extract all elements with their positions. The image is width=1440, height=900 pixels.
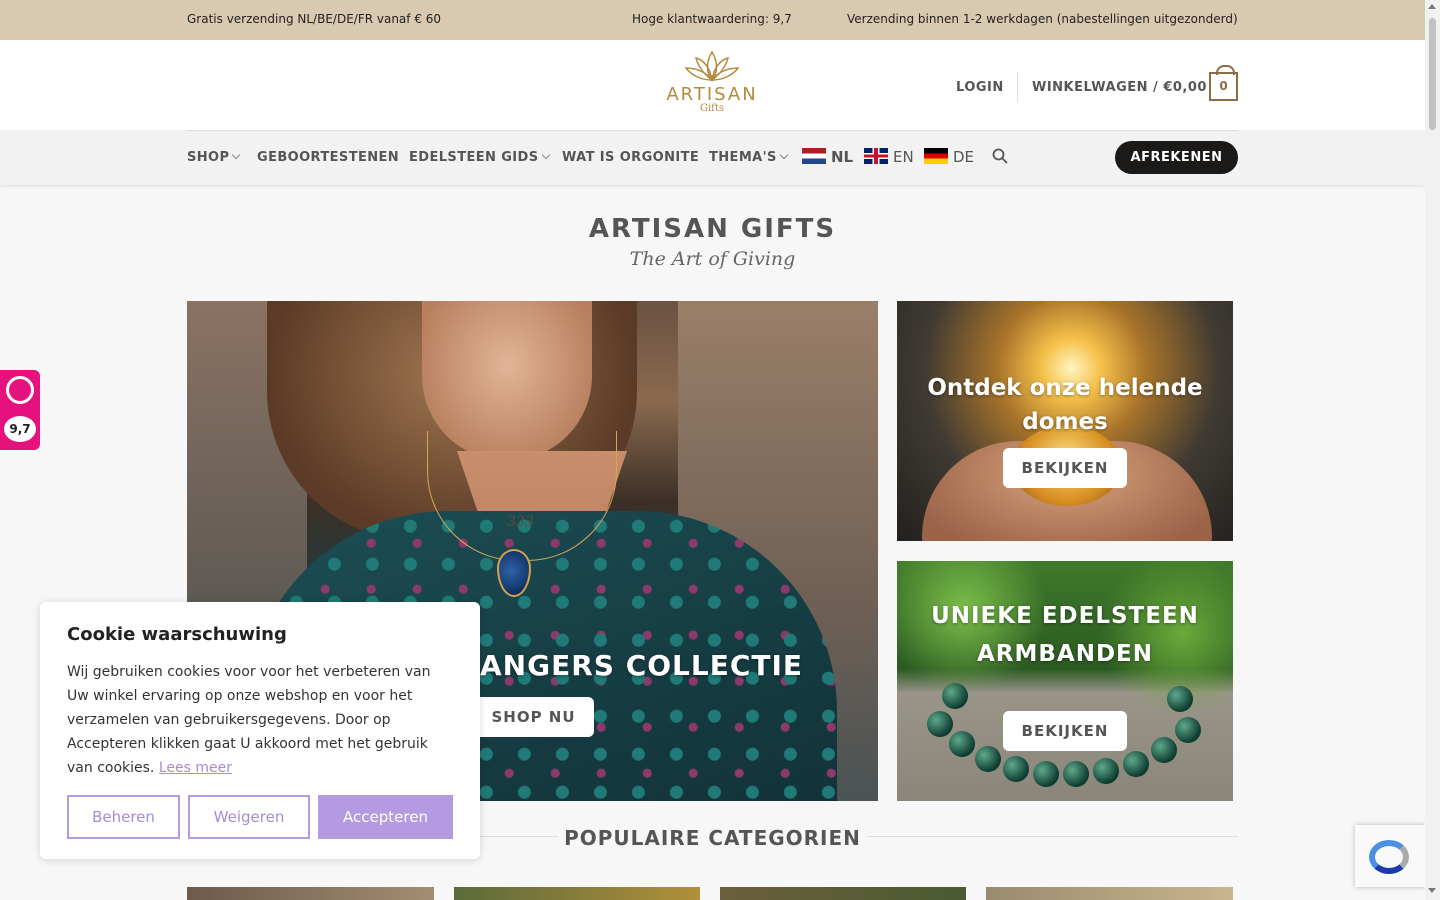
free-shipping-text: Gratis verzending NL/BE/DE/FR vanaf € 60 [187, 12, 442, 26]
bead [942, 683, 968, 709]
nav-item-label: GEBOORTESTENEN [257, 150, 400, 165]
banner-title: ANGERS COLLECTIE [480, 649, 804, 682]
bead [1063, 761, 1089, 787]
bead [1167, 686, 1193, 712]
read-more-link[interactable]: Lees meer [159, 760, 232, 776]
cart-count-icon[interactable]: 0 [1209, 65, 1238, 101]
category-thumbnail[interactable] [720, 887, 966, 900]
cookie-body: Wij gebruiken cookies voor voor het verb… [67, 664, 431, 776]
main-navigation: SHOP GEBOORTESTENEN EDELSTEEN GIDS WAT I… [0, 130, 1425, 185]
accept-cookies-button[interactable]: Accepteren [318, 795, 453, 839]
lotus-icon [684, 50, 740, 82]
delivery-text: Verzending binnen 1-2 werkdagen (nabeste… [847, 12, 1238, 26]
bead [1093, 758, 1119, 784]
cookie-text: Wij gebruiken cookies voor voor het verb… [67, 660, 447, 780]
banner-title: UNIEKE EDELSTEEN ARMBANDEN [931, 603, 1199, 667]
pendant-engraving: 333 [507, 514, 534, 530]
scroll-down-icon[interactable] [1428, 888, 1436, 893]
rating-widget[interactable]: 9,7 [0, 370, 40, 450]
section-divider [867, 836, 1238, 837]
domes-banner[interactable]: Ontdek onze helende domes BEKIJKEN [897, 301, 1233, 541]
checkout-button[interactable]: AFREKENEN [1115, 141, 1238, 174]
nav-item-themas[interactable]: THEMA'S [709, 150, 789, 165]
flag-de-icon [924, 148, 948, 164]
site-header: ARTISAN Gifts LOGIN WINKELWAGEN / €0,00 … [0, 40, 1425, 130]
category-thumbnail[interactable] [454, 887, 700, 900]
bracelets-banner[interactable]: UNIEKE EDELSTEEN ARMBANDEN BEKIJKEN [897, 561, 1233, 801]
cookie-title: Cookie waarschuwing [67, 624, 287, 645]
page-title: ARTISAN GIFTS [588, 214, 837, 244]
language-code: DE [953, 148, 975, 166]
nav-item-edelsteen-gids[interactable]: EDELSTEEN GIDS [409, 150, 550, 165]
language-de[interactable]: DE [924, 148, 974, 166]
scroll-up-icon[interactable] [1428, 4, 1436, 9]
category-thumbnail[interactable] [187, 887, 434, 900]
manage-cookies-button[interactable]: Beheren [67, 795, 180, 839]
nav-item-label: SHOP [187, 150, 230, 165]
rating-score: 9,7 [4, 416, 36, 442]
chevron-down-icon [232, 150, 241, 160]
bead [949, 731, 975, 757]
view-bracelets-button[interactable]: BEKIJKEN [1003, 711, 1127, 751]
scrollbar-thumb[interactable] [1429, 18, 1436, 130]
kiyoh-icon [6, 376, 34, 404]
bead [927, 711, 953, 737]
nav-item-label: EDELSTEEN GIDS [409, 150, 539, 165]
bead [975, 746, 1001, 772]
language-code: NL [831, 148, 854, 166]
nav-item-shop[interactable]: SHOP [187, 150, 241, 165]
recaptcha-badge[interactable] [1355, 825, 1425, 887]
chevron-down-icon [541, 150, 550, 160]
cart-link[interactable]: WINKELWAGEN / €0,00 [1032, 80, 1207, 95]
search-icon[interactable] [992, 148, 1008, 164]
language-en[interactable]: EN [864, 148, 914, 166]
nav-item-label: THEMA'S [709, 150, 777, 165]
flag-nl-icon [802, 148, 826, 164]
rating-text: Hoge klantwaardering: 9,7 [632, 12, 792, 26]
nav-item-label: WAT IS ORGONITE [562, 150, 700, 165]
site-logo[interactable]: ARTISAN Gifts [662, 48, 762, 124]
decline-cookies-button[interactable]: Weigeren [188, 795, 310, 839]
header-divider [1017, 72, 1018, 102]
nav-item-wat-is-orgonite[interactable]: WAT IS ORGONITE [562, 150, 699, 165]
bead [1033, 761, 1059, 787]
shop-now-button[interactable]: SHOP NU [473, 697, 594, 737]
logo-wordmark: ARTISAN [666, 84, 758, 105]
bead [1175, 717, 1201, 743]
bead [1003, 756, 1029, 782]
bead [1123, 751, 1149, 777]
flag-uk-icon [864, 148, 888, 164]
login-link[interactable]: LOGIN [956, 80, 1004, 95]
chevron-down-icon [779, 150, 789, 160]
banner-title: Ontdek onze helende domes [927, 375, 1203, 435]
page-scrollbar[interactable] [1425, 0, 1440, 900]
nav-item-geboortestenen[interactable]: GEBOORTESTENEN [257, 150, 399, 165]
view-domes-button[interactable]: BEKIJKEN [1003, 448, 1127, 488]
bead [1151, 737, 1177, 763]
top-announcement-bar: Gratis verzending NL/BE/DE/FR vanaf € 60… [0, 0, 1425, 40]
recaptcha-icon [1369, 840, 1409, 874]
language-nl[interactable]: NL [802, 148, 853, 166]
page-tagline: The Art of Giving [629, 248, 796, 270]
nav-divider [187, 130, 1238, 131]
language-code: EN [893, 148, 914, 166]
category-thumbnail[interactable] [986, 887, 1233, 900]
cookie-dialog: Cookie waarschuwing Wij gebruiken cookie… [40, 602, 480, 859]
